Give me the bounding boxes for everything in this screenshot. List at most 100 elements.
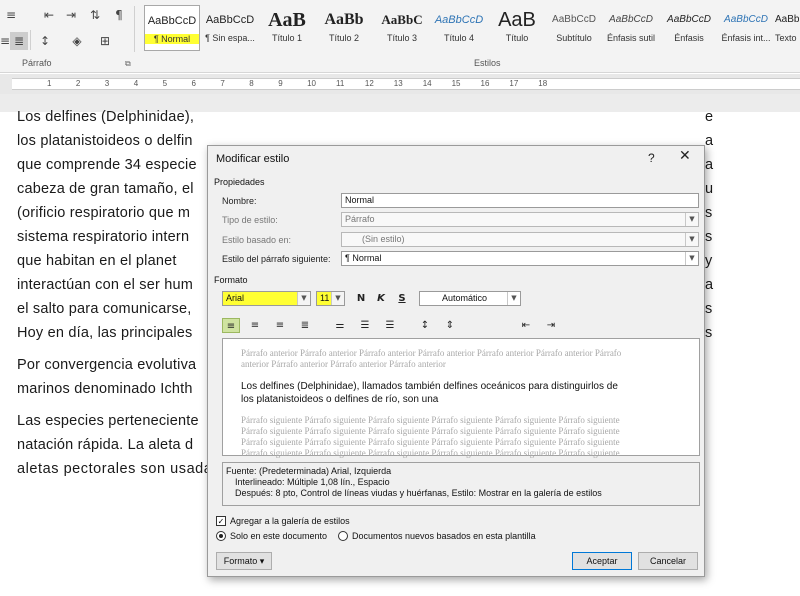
decrease-spacing-icon[interactable]: ⇕ <box>441 318 459 333</box>
style-intense-emphasis[interactable]: AaBbCcD Énfasis int... <box>718 5 774 51</box>
cancel-button[interactable]: Cancelar <box>638 552 698 570</box>
style-subtle-emphasis[interactable]: AaBbCcD Énfasis sutil <box>603 5 659 51</box>
document-text-line: marinos denominado Ichth <box>17 381 193 397</box>
style-name: Título 2 <box>328 33 359 43</box>
ruler-number: 6 <box>191 79 196 88</box>
style-normal[interactable]: AaBbCcD ¶ Normal <box>144 5 200 51</box>
show-marks-icon[interactable]: ¶ <box>110 6 128 24</box>
style-name: Énfasis <box>674 33 704 43</box>
separator <box>30 30 31 50</box>
style-sample: AaB <box>268 9 306 31</box>
chevron-down-icon: ▼ <box>685 213 698 226</box>
ribbon: ≡ ⇤ ⇥ ⇅ ¶ ≡ ≣ ↕ ◈ ⊞ Párrafo ⧉ Estilos Aa… <box>0 0 800 73</box>
styles-group-label: Estilos <box>474 58 501 68</box>
name-field[interactable]: Normal <box>341 193 699 208</box>
chevron-down-icon: ▼ <box>685 233 698 246</box>
document-text-fragment: a <box>705 157 714 173</box>
dialog-launcher-icon[interactable]: ⧉ <box>125 59 131 69</box>
justify-icon[interactable]: ≣ <box>10 32 28 50</box>
style-emphasis[interactable]: AaBbCcD Énfasis <box>661 5 717 51</box>
format-button[interactable]: Formato ▾ <box>216 552 272 570</box>
decrease-indent-icon[interactable]: ⇤ <box>40 6 58 24</box>
based-on-value: (Sin estilo) <box>362 234 405 244</box>
style-text[interactable]: AaBbCcD Texto <box>775 5 800 51</box>
font-color-select[interactable]: Automático ▼ <box>419 291 521 306</box>
horizontal-ruler[interactable]: 1 2 3 4 5 6 7 8 9 10 11 12 13 14 15 16 17 18 <box>0 74 800 94</box>
style-no-spacing[interactable]: AaBbCcD ¶ Sin espa... <box>202 5 258 51</box>
line-spacing-icon[interactable]: ↕ <box>36 32 54 50</box>
style-heading-1[interactable]: AaB Título 1 <box>259 5 315 51</box>
ruler-number: 13 <box>393 79 403 88</box>
style-type-select[interactable]: Párrafo ▼ <box>341 212 699 227</box>
close-button[interactable]: ✕ <box>679 148 691 164</box>
ruler-number: 9 <box>278 79 283 88</box>
document-text-fragment: u <box>705 181 714 197</box>
based-on-select[interactable]: (Sin estilo) ▼ <box>341 232 699 247</box>
justify-button[interactable]: ≣ <box>296 318 314 333</box>
preview-sample-line: los platanistoideos o delfines de río, s… <box>241 394 439 405</box>
style-name: Subtítulo <box>556 33 592 43</box>
style-name: Título <box>505 33 529 43</box>
new-documents-radio[interactable] <box>338 531 348 541</box>
style-name: Énfasis sutil <box>606 33 656 43</box>
increase-indent-icon[interactable]: ⇥ <box>62 6 80 24</box>
increase-spacing-icon[interactable]: ↕ <box>416 318 434 333</box>
ruler-number: 14 <box>422 79 432 88</box>
chevron-down-icon: ▼ <box>507 292 520 305</box>
next-style-select[interactable]: ¶ Normal ▼ <box>341 251 699 266</box>
style-name: ¶ Sin espa... <box>205 33 255 43</box>
style-subtitle[interactable]: AaBbCcD Subtítulo <box>546 5 602 51</box>
document-text-fragment: y <box>705 253 713 269</box>
sort-icon[interactable]: ⇅ <box>86 6 104 24</box>
description-line: Después: 8 pto, Control de líneas viudas… <box>235 488 602 498</box>
document-text-line: Las especies perteneciente <box>17 413 199 429</box>
double-spacing-button[interactable]: ☰ <box>381 318 399 333</box>
style-sample: AaBbCcD <box>434 14 484 26</box>
ruler-number: 8 <box>249 79 254 88</box>
document-text-line: que habitan en el planet <box>17 253 177 269</box>
style-heading-2[interactable]: AaBb Título 2 <box>316 5 372 51</box>
ruler-number: 7 <box>220 79 225 88</box>
modify-style-dialog: Modificar estilo ? ✕ Propiedades Nombre:… <box>207 145 705 577</box>
document-text-line: el salto para comunicarse, <box>17 301 192 317</box>
bold-button[interactable]: N <box>354 291 368 306</box>
only-this-document-radio[interactable] <box>216 531 226 541</box>
style-description: Fuente: (Predeterminada) Arial, Izquierd… <box>222 462 700 506</box>
shading-icon[interactable]: ◈ <box>68 32 86 50</box>
document-text-fragment: s <box>705 205 713 221</box>
ruler-number: 1 <box>47 79 52 88</box>
single-spacing-button[interactable]: ⚌ <box>331 318 349 333</box>
align-left-icon[interactable]: ≡ <box>2 6 20 24</box>
align-right-button[interactable]: ≡ <box>271 318 289 333</box>
align-left-button[interactable]: ≡ <box>222 318 240 333</box>
align-center-button[interactable]: ≡ <box>246 318 264 333</box>
font-size-select[interactable]: 11 ▼ <box>316 291 345 306</box>
italic-button[interactable]: K <box>374 291 388 306</box>
document-text-fragment: e <box>705 109 714 125</box>
description-line: Interlineado: Múltiple 1,08 lín., Espaci… <box>235 477 390 487</box>
font-select[interactable]: Arial ▼ <box>222 291 311 306</box>
underline-button[interactable]: S <box>395 291 409 306</box>
only-this-document-label: Solo en este documento <box>230 531 328 541</box>
style-preview: Párrafo anterior Párrafo anterior Párraf… <box>222 338 700 458</box>
decrease-indent-icon[interactable]: ⇤ <box>517 318 535 333</box>
style-heading-4[interactable]: AaBbCcD Título 4 <box>431 5 487 51</box>
style-name: ¶ Normal <box>145 34 199 44</box>
style-type-value: Párrafo <box>345 214 375 224</box>
ok-button[interactable]: Aceptar <box>572 552 632 570</box>
increase-indent-icon[interactable]: ⇥ <box>542 318 560 333</box>
document-text-fragment: s <box>705 301 713 317</box>
font-value: Arial <box>226 293 245 303</box>
document-text-line: Hoy en día, las principales <box>17 325 193 341</box>
style-heading-3[interactable]: AaBbC Título 3 <box>374 5 430 51</box>
style-title[interactable]: AaB Título <box>489 5 545 51</box>
style-sample: AaBbC <box>381 12 423 27</box>
ruler-number: 3 <box>104 79 110 88</box>
ruler-number: 11 <box>336 79 345 88</box>
borders-icon[interactable]: ⊞ <box>96 32 114 50</box>
add-to-gallery-checkbox[interactable]: ✓ <box>216 516 226 526</box>
ruler-number: 4 <box>133 79 139 88</box>
one-half-spacing-button[interactable]: ☰ <box>356 318 374 333</box>
next-style-value: ¶ Normal <box>345 253 382 263</box>
help-button[interactable]: ? <box>648 151 655 165</box>
